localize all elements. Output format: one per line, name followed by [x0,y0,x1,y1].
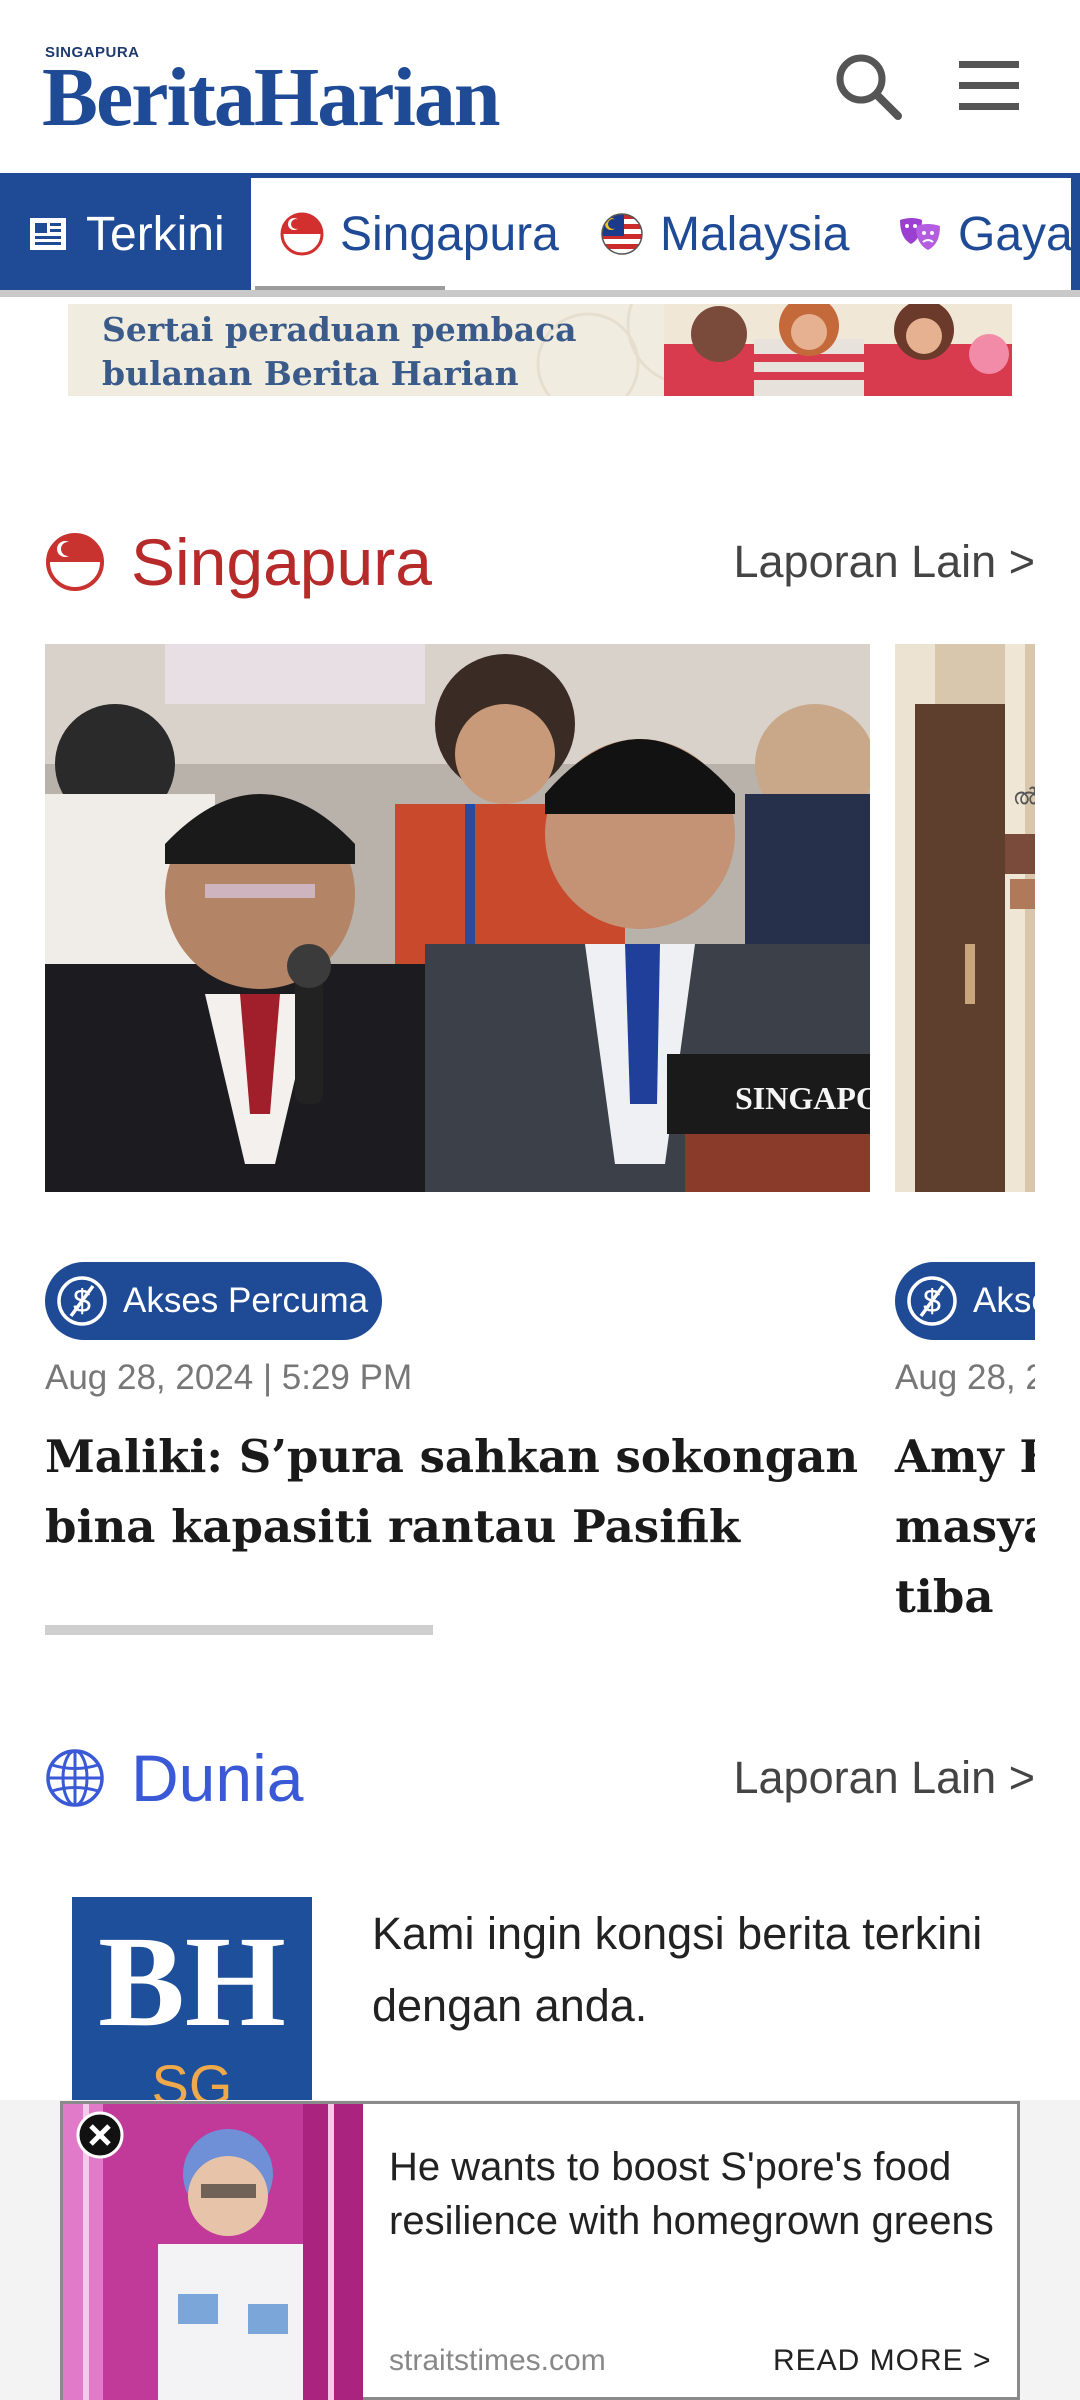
sponsored-ad[interactable]: He wants to boost S'pore's food resilien… [60,2101,1020,2400]
badge-label: Akses Percuma [123,1281,369,1320]
theatre-masks-icon [898,212,942,256]
bh-logo-text: BH [98,1910,286,2054]
section-header-singapura: Singapura Laporan Lain > [45,522,1035,602]
bh-sg-logo: BH SG [72,1897,312,2117]
nav-label: Malaysia [660,207,850,261]
nav-label: Terkini [86,207,225,261]
article-date: Aug 28, 2024 [895,1358,1035,1397]
placard-text: SINGAPORE [735,1080,870,1116]
nav-label: Singapura [340,207,559,261]
notification-prompt-text[interactable]: Kami ingin kongsi berita terkini dengan … [372,1898,992,2042]
section-header-dunia: Dunia Laporan Lain > [45,1738,1035,1818]
close-icon[interactable] [75,2110,125,2160]
more-reports-link[interactable]: Laporan Lain > [733,1752,1035,1804]
ad-domain: straitstimes.com [389,2344,606,2377]
ad-read-more-link[interactable]: READ MORE > [773,2344,992,2378]
article-photo[interactable]: SINGAPORE [45,644,870,1192]
badge-label: Akses Percuma [973,1281,1035,1320]
promo-illustration [664,304,1012,396]
article-date: Aug 28, 2024 | 5:29 PM [45,1358,413,1397]
article-headline[interactable]: Amy Khor: masyarakat siap tiba [895,1422,1035,1632]
nav-item-terkini[interactable]: Terkini [0,178,251,290]
newspaper-icon [26,212,70,256]
access-badge: $ Akses Percuma [895,1262,1035,1340]
globe-icon [45,1748,105,1808]
section-title: Singapura [131,525,432,599]
article-photo[interactable]: ൽ [895,644,1035,1192]
page: SINGAPURA BeritaHarian Terkini Singapura… [0,0,1080,2400]
svg-text:ൽ: ൽ [1013,784,1035,809]
free-access-icon: $ [55,1274,109,1328]
nav-item-gaya[interactable]: Gaya [898,178,1073,290]
search-icon[interactable] [832,50,904,122]
logo-name: BeritaHarian [42,51,501,144]
malaysia-flag-icon [600,212,644,256]
access-badge: $ Akses Percuma [45,1262,383,1340]
site-header: SINGAPURA BeritaHarian [0,0,1080,175]
singapore-flag-icon [280,212,324,256]
article-headline[interactable]: Maliki: S’pura sahkan sokongan bina kapa… [45,1422,870,1562]
singapore-flag-icon [45,532,105,592]
nav-scroll-indicator [255,286,445,290]
category-nav: Terkini Singapura Malaysia Gaya [0,173,1080,297]
more-reports-link[interactable]: Laporan Lain > [733,536,1035,588]
promo-text: Sertai peraduan pembaca bulanan Berita H… [102,310,577,393]
nav-label: Gaya [958,207,1073,261]
carousel-scroll-indicator [45,1625,433,1635]
section-title: Dunia [131,1741,304,1815]
hamburger-menu-icon[interactable] [955,55,1027,117]
ad-headline[interactable]: He wants to boost S'pore's food resilien… [389,2140,1009,2248]
nav-item-malaysia[interactable]: Malaysia [600,178,849,290]
nav-scroll-edge [1071,178,1080,290]
promo-banner[interactable]: Sertai peraduan pembaca bulanan Berita H… [68,304,1012,396]
free-access-icon: $ [905,1274,959,1328]
article-carousel[interactable]: SINGAPORE $ Akses Percuma Aug 28, 2024 |… [45,644,1035,1644]
nav-item-singapura[interactable]: Singapura [280,178,559,290]
